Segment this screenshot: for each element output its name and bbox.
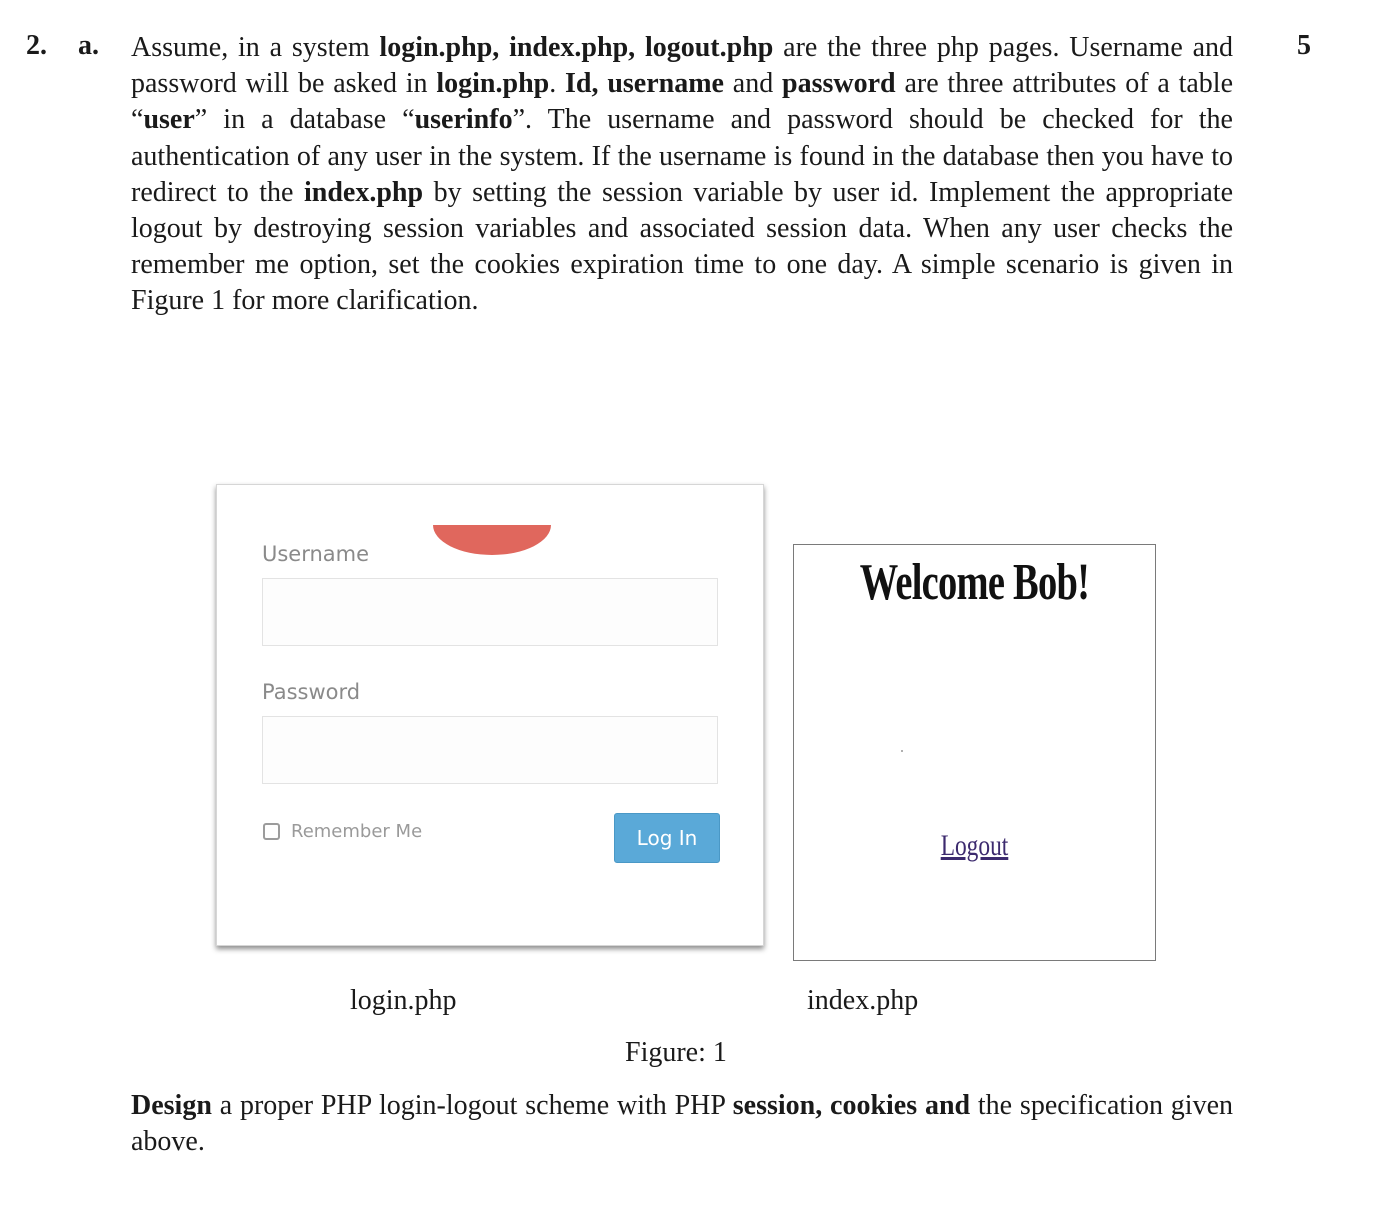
text-segment: . xyxy=(549,68,566,100)
login-button[interactable]: Log In xyxy=(614,813,720,863)
bold-text-segment: Id, username xyxy=(565,68,724,100)
bold-text-segment: password xyxy=(782,68,896,100)
bold-text-segment: userinfo xyxy=(414,104,513,136)
logout-link[interactable]: Logout xyxy=(834,829,1116,863)
text-segment: Assume, in a system xyxy=(131,32,380,63)
bold-text-segment: login.php xyxy=(436,68,550,100)
text-segment: ” in a database “ xyxy=(194,104,415,136)
index-page-figure: Welcome Bob! Logout xyxy=(793,544,1156,961)
text-segment: a proper PHP login-logout scheme with PH… xyxy=(211,1090,733,1121)
question-marks: 5 xyxy=(1297,30,1311,61)
question-part: a. xyxy=(78,30,99,61)
username-input[interactable] xyxy=(262,578,718,646)
remember-me-option[interactable]: Remember Me xyxy=(263,821,422,842)
design-instruction: Design a proper PHP login-logout scheme … xyxy=(131,1088,1233,1160)
remember-me-label: Remember Me xyxy=(291,821,423,842)
bold-text-segment: Design xyxy=(131,1090,212,1121)
login-form-figure: Username Password Remember Me Log In xyxy=(216,484,764,946)
bold-text-segment: user xyxy=(143,104,195,136)
welcome-heading: Welcome Bob! xyxy=(859,554,1090,611)
question-text: Assume, in a system login.php, index.php… xyxy=(131,30,1233,320)
stray-dot xyxy=(901,750,903,752)
index-caption: index.php xyxy=(807,985,919,1016)
text-segment: and xyxy=(723,68,783,100)
figure-caption: Figure: 1 xyxy=(625,1037,727,1068)
bold-text-segment: session, cookies and xyxy=(732,1090,971,1121)
login-caption: login.php xyxy=(350,985,457,1016)
username-label: Username xyxy=(262,542,370,566)
logo-icon xyxy=(433,525,551,555)
bold-text-segment: index.php xyxy=(304,176,424,208)
password-input[interactable] xyxy=(262,716,718,784)
password-label: Password xyxy=(262,680,361,704)
checkbox-icon[interactable] xyxy=(263,823,280,840)
bold-text-segment: login.php, index.php, logout.php xyxy=(379,32,774,63)
question-number: 2. xyxy=(26,30,47,61)
